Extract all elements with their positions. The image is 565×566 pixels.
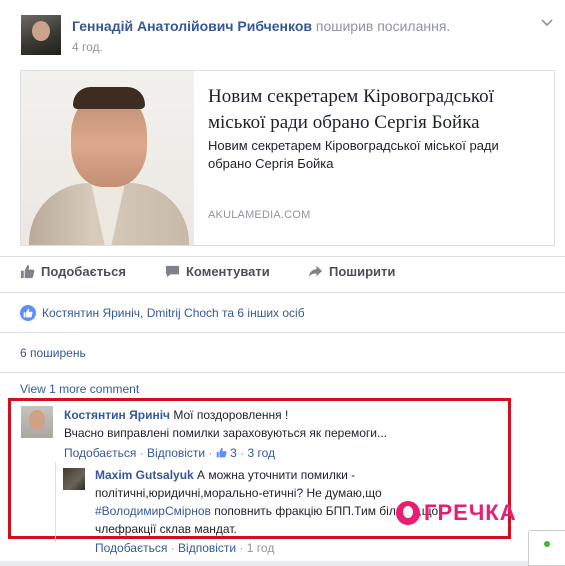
like-badge-icon	[20, 305, 36, 321]
shared-link-description: Новим секретарем Кіровоградської міської…	[208, 138, 499, 171]
chevron-down-icon[interactable]	[541, 14, 553, 30]
post-time[interactable]: 4 год.	[72, 40, 103, 54]
shared-link-card[interactable]: Новим секретарем Кіровоградської міської…	[20, 70, 555, 246]
view-more-comments[interactable]: View 1 more comment	[20, 382, 139, 396]
reply-author[interactable]: Maxim Gutsalyuk	[95, 468, 194, 482]
watermark-logo: ГРЕЧКА	[396, 500, 517, 526]
comment-button[interactable]: Коментувати	[165, 264, 270, 279]
like-button[interactable]: Подобається	[20, 264, 126, 279]
divider	[0, 332, 565, 333]
reply-like-link[interactable]: Подобається	[95, 541, 167, 555]
comment-reply-link[interactable]: Відповісти	[147, 446, 205, 460]
comment-author[interactable]: Костянтин Яриніч	[64, 408, 170, 422]
likes-text[interactable]: Костянтин Яриніч, Dmitrij Choch та 6 інш…	[42, 306, 305, 320]
hashtag-link[interactable]: #ВолодимирСмірнов	[95, 504, 211, 518]
replier-avatar[interactable]	[63, 468, 85, 490]
watermark-mark-icon	[396, 501, 420, 525]
shared-link-image[interactable]	[21, 71, 194, 245]
share-arrow-icon	[308, 265, 323, 278]
comment-icon	[165, 265, 180, 278]
author-avatar[interactable]	[21, 15, 61, 55]
comment-time[interactable]: 3 год	[248, 446, 276, 460]
post-header: Геннадій Анатолійович Рибченков поширив …	[72, 18, 450, 34]
divider	[0, 372, 565, 373]
post-card: Геннадій Анатолійович Рибченков поширив …	[0, 0, 565, 566]
author-name[interactable]: Геннадій Анатолійович Рибченков	[72, 18, 312, 34]
reply-reply-link[interactable]: Відповісти	[178, 541, 236, 555]
shares-count[interactable]: 6 поширень	[20, 346, 86, 360]
thumbs-up-icon	[216, 447, 227, 458]
divider	[0, 292, 565, 293]
shared-link-title[interactable]: Новим секретарем Кіровоградської міської…	[208, 84, 548, 136]
commenter-avatar[interactable]	[21, 406, 53, 438]
comment-like-count[interactable]: 3	[216, 446, 240, 460]
thumbs-up-icon	[20, 264, 35, 279]
reply-meta: Подобається · Відповісти · 1 год	[95, 541, 275, 555]
reply-time[interactable]: 1 год	[247, 541, 275, 555]
comment-meta: Подобається · Відповісти · 3 · 3 год	[64, 446, 276, 460]
post-action: поширив посилання.	[315, 18, 451, 34]
likes-summary[interactable]: Костянтин Яриніч, Dmitrij Choch та 6 інш…	[20, 305, 305, 321]
comment-like-link[interactable]: Подобається	[64, 446, 136, 460]
divider	[0, 256, 565, 257]
reply-thread-line	[55, 462, 56, 542]
online-status-icon	[544, 541, 550, 547]
share-button[interactable]: Поширити	[308, 264, 395, 279]
shared-link-domain: AKULAMEDIA.COM	[208, 209, 311, 221]
comment-body: Костянтин Яриніч Мої поздоровлення ! Вча…	[64, 408, 388, 440]
post-actions: Подобається Коментувати Поширити	[20, 264, 553, 284]
